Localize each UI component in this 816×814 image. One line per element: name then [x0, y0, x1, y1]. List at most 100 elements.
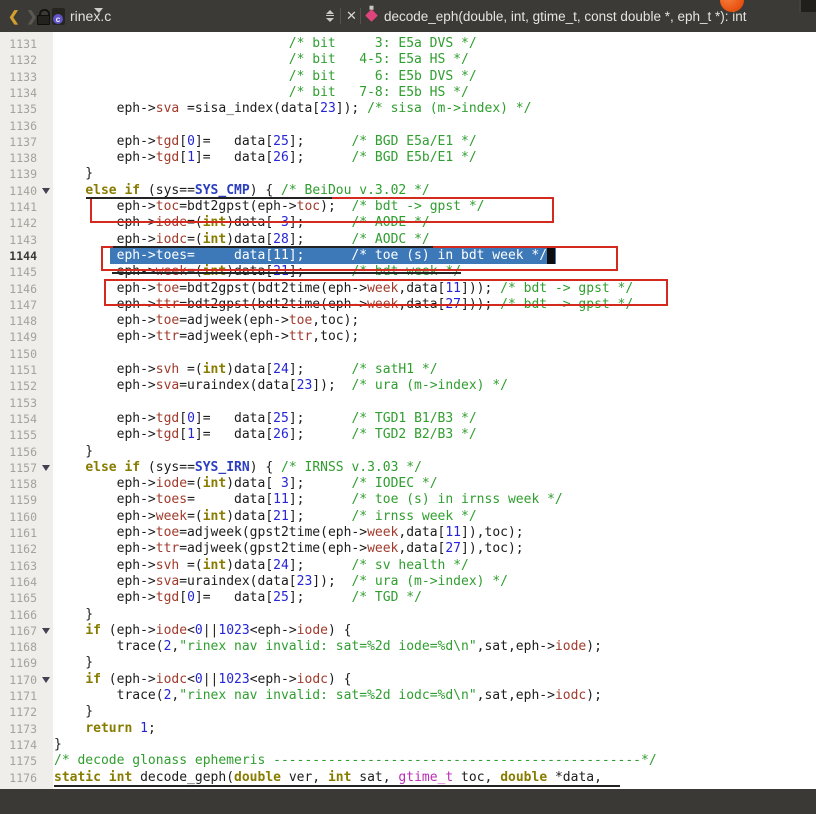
- code-line[interactable]: eph->iode=(int)data[ 3]; /* IODEC */: [54, 476, 438, 492]
- line-number: 1135: [9, 102, 37, 117]
- forward-icon[interactable]: ❯: [26, 0, 38, 32]
- method-diamond-icon: [365, 5, 378, 22]
- code-line[interactable]: }: [54, 444, 93, 460]
- line-number: 1173: [9, 721, 37, 736]
- code-line[interactable]: }: [54, 166, 93, 182]
- code-line[interactable]: eph->ttr=adjweek(eph->ttr,toc);: [54, 329, 360, 345]
- breadcrumb-function-signature[interactable]: decode_eph(double, int, gtime_t, const d…: [384, 0, 747, 32]
- code-line[interactable]: eph->sva =sisa_index(data[23]); /* sisa …: [54, 101, 532, 117]
- line-number: 1136: [9, 118, 37, 133]
- line-number: 1164: [9, 574, 37, 589]
- line-number: 1155: [9, 428, 37, 443]
- code-line[interactable]: trace(2,"rinex nav invalid: sat=%2d iode…: [54, 639, 602, 655]
- line-number: 1165: [9, 591, 37, 606]
- line-number: 1171: [9, 689, 37, 703]
- bottom-panel: [0, 789, 816, 814]
- line-number: 1146: [9, 281, 37, 296]
- static-decorator: [369, 5, 374, 10]
- line-number: 1144: [9, 248, 37, 263]
- line-number: 1174: [9, 737, 37, 752]
- line-number: 1139: [9, 167, 37, 182]
- code-line[interactable]: eph->tgd[1]= data[26]; /* TGD2 B2/B3 */: [54, 427, 477, 443]
- code-line[interactable]: eph->svh =(int)data[24]; /* sv health */: [54, 558, 469, 574]
- line-number: 1141: [9, 200, 37, 214]
- code-line[interactable]: /* bit 3: E5a DVS */: [54, 36, 477, 52]
- code-line[interactable]: }: [54, 607, 93, 623]
- code-line[interactable]: eph->toe=adjweek(eph->toe,toc);: [54, 313, 360, 329]
- code-line[interactable]: eph->toc=bdt2gpst(eph->toc); /* bdt -> g…: [54, 199, 485, 215]
- line-number: 1131: [9, 37, 37, 51]
- code-line[interactable]: }: [54, 704, 93, 720]
- code-line[interactable]: }: [54, 655, 93, 671]
- line-number: 1154: [9, 411, 37, 426]
- code-line[interactable]: eph->toe=adjweek(gpst2time(eph->week,dat…: [54, 525, 524, 541]
- line-number: 1169: [9, 656, 37, 671]
- line-number: 1168: [9, 640, 37, 655]
- code-line[interactable]: if (eph->iodc<0||1023<eph->iodc) {: [54, 672, 351, 688]
- line-number: 1167: [9, 623, 37, 638]
- code-line[interactable]: return 1;: [54, 721, 155, 737]
- code-editor-window: 1131 /* bit 3: E5a DVS */ 1132 /* bit 4-5…: [0, 0, 816, 814]
- editor-header-bar: ❮ ❯ c rinex.c ✕ decode_eph(double, int, …: [0, 0, 816, 32]
- back-icon[interactable]: ❮: [8, 0, 20, 32]
- code-line[interactable]: trace(2,"rinex nav invalid: sat=%2d iodc…: [54, 688, 602, 704]
- line-number: 1175: [9, 754, 37, 769]
- code-line[interactable]: /* bit 7-8: E5b HS */: [54, 85, 469, 101]
- line-number: 1156: [9, 444, 37, 459]
- fold-collapse-arrow[interactable]: [42, 627, 50, 634]
- line-number: 1170: [9, 672, 37, 687]
- code-line[interactable]: eph->tgd[0]= data[25]; /* BGD E5a/E1 */: [54, 134, 477, 150]
- line-number: 1153: [9, 395, 37, 410]
- line-number: 1134: [9, 85, 37, 100]
- code-line[interactable]: }: [54, 737, 62, 753]
- line-number: 1138: [9, 151, 37, 166]
- code-line[interactable]: eph->svh =(int)data[24]; /* satH1 */: [54, 362, 438, 378]
- code-line[interactable]: eph->iodc=(int)data[28]; /* AODC */: [54, 232, 430, 248]
- fold-collapse-arrow[interactable]: [42, 187, 50, 194]
- code-line[interactable]: eph->toes= data[11]; /* toe (s) in irnss…: [54, 492, 563, 508]
- code-line[interactable]: static int decode_geph(double ver, int s…: [54, 770, 602, 786]
- code-line[interactable]: eph->ttr=adjweek(gpst2time(eph->week,dat…: [54, 541, 524, 557]
- code-line[interactable]: eph->week=(int)data[21]; /* irnss week *…: [54, 509, 477, 525]
- lock-body: [37, 15, 50, 25]
- line-number: 1162: [9, 542, 37, 557]
- code-line[interactable]: eph->toes= data[11]; /* toe (s) in bdt w…: [54, 248, 547, 264]
- text-cursor: [547, 248, 555, 264]
- line-number: 1145: [9, 265, 37, 280]
- line-number: 1158: [9, 477, 37, 492]
- code-line[interactable]: eph->iode=(int)data[ 3]; /* AODE */: [54, 215, 430, 231]
- separator: [360, 8, 361, 24]
- line-number: 1147: [9, 297, 37, 312]
- line-number: 1142: [9, 216, 37, 231]
- code-line[interactable]: eph->sva=uraindex(data[23]); /* ura (m->…: [54, 574, 508, 590]
- code-line[interactable]: eph->week=(int)data[21]; /* bdt week */: [54, 264, 461, 280]
- line-number: 1152: [9, 379, 37, 394]
- line-number: 1163: [9, 558, 37, 573]
- code-line[interactable]: else if (sys==SYS_CMP) { /* BeiDou v.3.0…: [54, 183, 429, 199]
- line-number: 1132: [9, 53, 37, 68]
- line-number: 1176: [9, 770, 37, 785]
- code-line[interactable]: if (eph->iode<0||1023<eph->iode) {: [54, 623, 351, 639]
- code-line[interactable]: else if (sys==SYS_IRN) { /* IRNSS v.3.03…: [54, 460, 422, 476]
- code-line[interactable]: /* bit 4-5: E5a HS */: [54, 52, 469, 68]
- code-line[interactable]: eph->sva=uraindex(data[23]); /* ura (m->…: [54, 378, 508, 394]
- line-number: 1133: [9, 69, 37, 84]
- code-line[interactable]: eph->tgd[0]= data[25]; /* TGD */: [54, 590, 422, 606]
- line-number: 1150: [9, 346, 37, 361]
- code-line[interactable]: eph->tgd[1]= data[26]; /* BGD E5b/E1 */: [54, 150, 477, 166]
- separator: [340, 8, 341, 24]
- code-line[interactable]: eph->toe=bdt2gpst(bdt2time(eph->week,dat…: [54, 281, 634, 297]
- file-name-tab[interactable]: rinex.c: [70, 0, 111, 32]
- arrow-down-icon: [326, 18, 334, 22]
- fold-collapse-arrow[interactable]: [42, 464, 50, 471]
- line-number: 1140: [9, 183, 37, 198]
- fold-collapse-arrow[interactable]: [42, 676, 50, 683]
- close-icon[interactable]: ✕: [346, 0, 357, 32]
- code-line[interactable]: /* bit 6: E5b DVS */: [54, 69, 477, 85]
- line-number: 1160: [9, 509, 37, 524]
- code-line[interactable]: /* decode glonass ephemeris ------------…: [54, 753, 657, 769]
- split-editor-icon[interactable]: [326, 10, 335, 22]
- code-line[interactable]: eph->tgd[0]= data[25]; /* TGD1 B1/B3 */: [54, 411, 477, 427]
- code-line[interactable]: eph->ttr=bdt2gpst(bdt2time(eph->week,dat…: [54, 297, 634, 313]
- line-number: 1151: [9, 363, 37, 377]
